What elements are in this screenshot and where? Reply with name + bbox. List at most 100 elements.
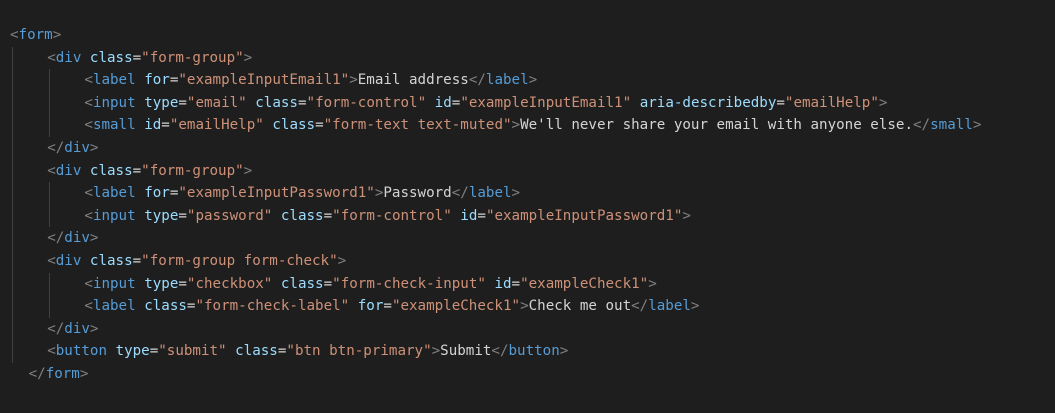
attr-token: for: [144, 72, 170, 89]
code-line[interactable]: </div>: [0, 317, 1055, 341]
bracket-token: <: [47, 49, 56, 66]
text-token: =: [511, 275, 521, 292]
text-token: =: [132, 162, 142, 179]
indent-guide: [12, 295, 13, 318]
string-token: "form-text text-muted": [323, 117, 512, 134]
string-token: "submit": [158, 343, 227, 360]
code-line[interactable]: <input type="checkbox" class="form-check…: [0, 272, 1055, 296]
string-token: "btn btn-primary": [286, 343, 432, 360]
string-token: "exampleInputEmail1": [460, 94, 632, 111]
text-token: Password: [383, 185, 452, 202]
string-token: "form-control": [332, 207, 452, 224]
indent-guide: [49, 91, 51, 115]
indent-guide: [12, 91, 13, 115]
code-line[interactable]: </div>: [0, 136, 1055, 160]
string-token: "form-check-input": [332, 275, 486, 292]
bracket-token: >: [349, 72, 358, 89]
bracket-token: <: [10, 27, 19, 43]
text-token: =: [383, 298, 392, 315]
bracket-token: >: [511, 185, 521, 202]
string-token: "exampleInputPassword1": [178, 185, 375, 202]
text-token: =: [161, 117, 170, 134]
attr-token: class: [89, 49, 133, 66]
code-line[interactable]: <label class="form-check-label" for="exa…: [0, 295, 1055, 318]
bracket-token: </: [47, 230, 65, 247]
text-token: We'll never share your email with anyone…: [520, 117, 914, 134]
code-line[interactable]: <small id="emailHelp" class="form-text t…: [0, 114, 1055, 137]
bracket-token: <: [84, 207, 93, 224]
bracket-token: <: [84, 117, 93, 134]
indent-guide: [12, 159, 13, 183]
attr-token: id: [494, 275, 512, 292]
bracket-token: >: [648, 275, 657, 292]
bracket-token: >: [79, 365, 89, 382]
code-line[interactable]: </form>: [0, 363, 1055, 386]
bracket-token: </: [28, 365, 46, 382]
tag-token: form: [18, 27, 53, 43]
string-token: "password": [186, 207, 273, 224]
string-token: "exampleInputPassword1": [485, 207, 683, 224]
tag-token: label: [468, 185, 512, 202]
tag-token: div: [64, 230, 90, 247]
text-token: =: [132, 49, 142, 66]
bracket-token: </: [913, 117, 931, 134]
bracket-token: </: [451, 185, 469, 202]
bracket-token: >: [690, 298, 700, 315]
indent-guide: [12, 272, 13, 296]
string-token: "exampleInputEmail1": [178, 72, 350, 89]
text-token: =: [323, 275, 333, 292]
code-line[interactable]: <button type="submit" class="btn btn-pri…: [0, 340, 1055, 363]
code-line[interactable]: <input type="email" class="form-control"…: [0, 91, 1055, 115]
text-token: =: [178, 94, 187, 111]
code-line[interactable]: <div class="form-group">: [0, 46, 1055, 70]
code-line[interactable]: <form>: [0, 24, 1055, 47]
tag-token: label: [648, 298, 691, 315]
bracket-token: <: [84, 72, 93, 89]
attr-token: class: [280, 207, 324, 224]
text-token: =: [776, 94, 785, 111]
indent-guide: [12, 114, 13, 137]
code-editor[interactable]: <form> <div class="form-group"> <label for…: [0, 0, 1055, 413]
bracket-token: >: [243, 49, 253, 66]
attr-token: aria-describedby: [639, 94, 777, 111]
code-line[interactable]: </div>: [0, 227, 1055, 250]
tag-token: div: [55, 49, 82, 66]
string-token: "exampleCheck1": [520, 275, 649, 292]
text-token: =: [132, 252, 142, 269]
tag-token: div: [64, 320, 90, 337]
string-token: "form-control": [306, 94, 427, 111]
string-token: "form-group form-check": [141, 252, 338, 269]
attr-token: type: [115, 343, 150, 360]
code-line[interactable]: <input type="password" class="form-contr…: [0, 204, 1055, 228]
bracket-token: >: [89, 230, 99, 247]
bracket-token: </: [468, 72, 486, 89]
attr-token: class: [255, 94, 298, 111]
text-token: =: [178, 207, 187, 224]
bracket-token: >: [243, 162, 253, 179]
tag-token: input: [92, 207, 136, 224]
code-line[interactable]: <div class="form-group form-check">: [0, 249, 1055, 273]
bracket-token: <: [47, 343, 56, 360]
code-line[interactable]: <label for="exampleInputPassword1">Passw…: [0, 182, 1055, 205]
attr-token: class: [280, 275, 324, 292]
code-line[interactable]: <label for="exampleInputEmail1">Email ad…: [0, 69, 1055, 92]
text-token: Email address: [357, 72, 469, 89]
indent-guide: [49, 204, 51, 228]
attr-token: for: [357, 298, 384, 315]
string-token: "exampleCheck1": [391, 298, 521, 315]
code-line[interactable]: <div class="form-group">: [0, 159, 1055, 183]
tag-token: label: [92, 298, 136, 315]
